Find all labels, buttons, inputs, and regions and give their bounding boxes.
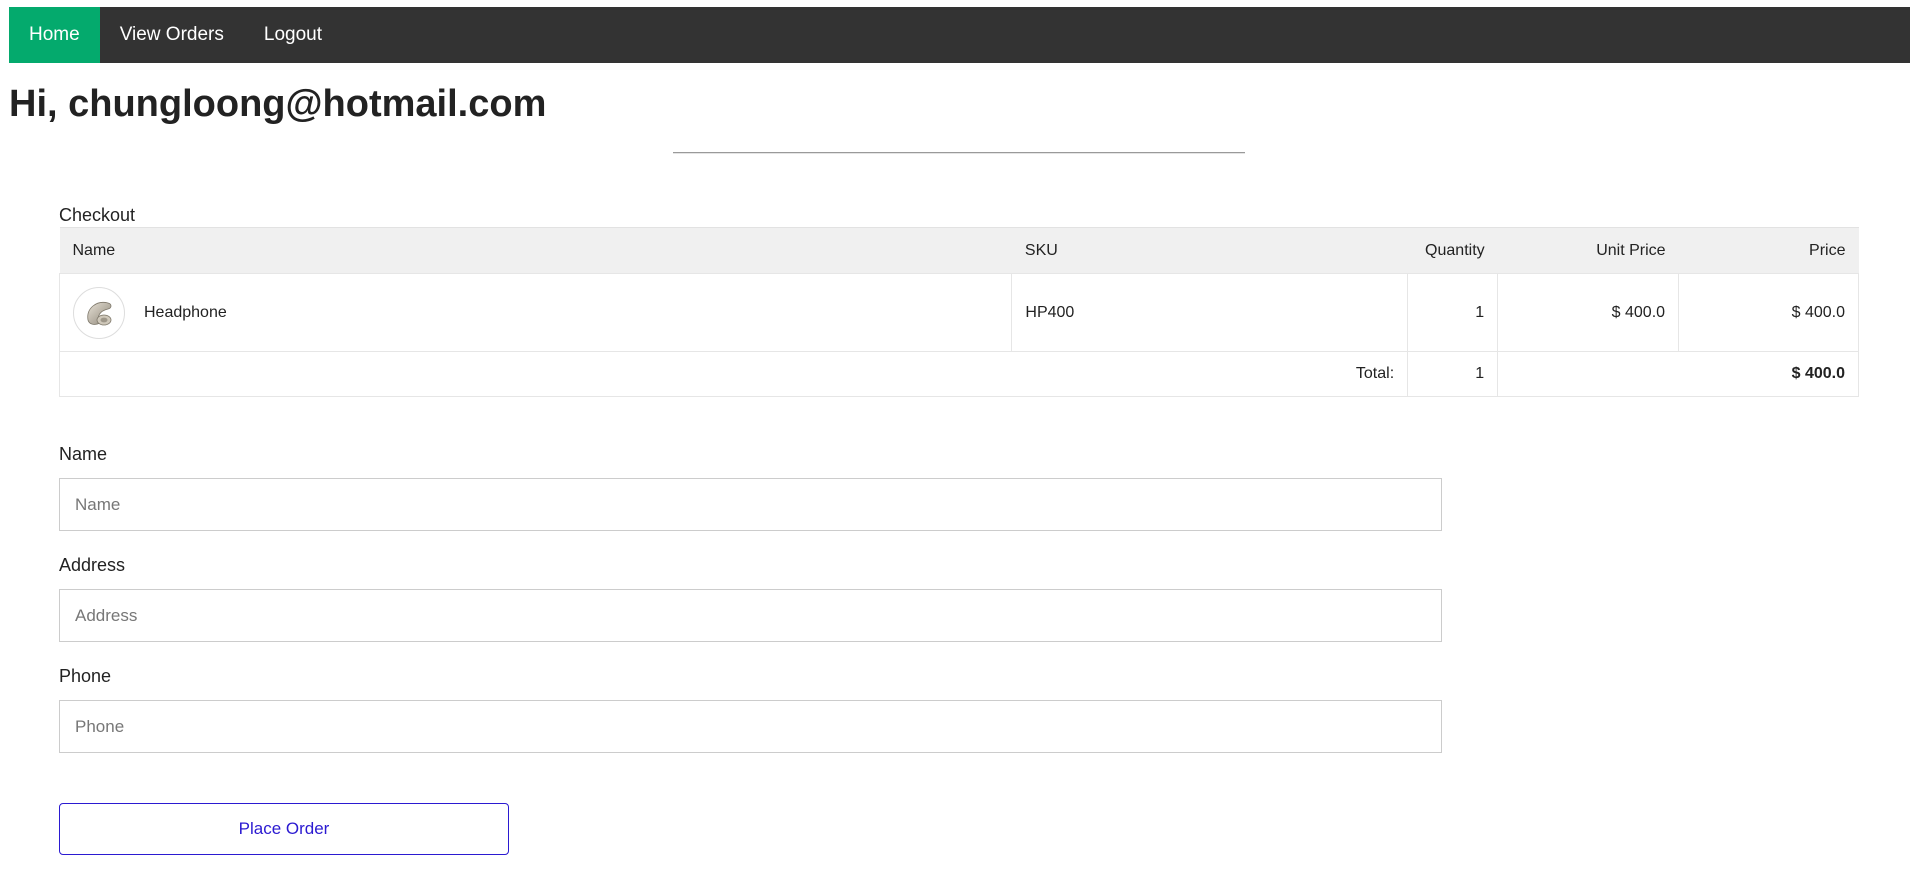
- nav-home-link[interactable]: Home: [9, 7, 100, 63]
- product-price: $ 400.0: [1678, 273, 1859, 352]
- column-header-name: Name: [59, 227, 1012, 274]
- product-sku: HP400: [1011, 273, 1409, 352]
- column-header-sku: SKU: [1011, 227, 1408, 274]
- product-name: Headphone: [144, 303, 227, 321]
- checkout-caption: Checkout: [59, 205, 136, 225]
- nav-logout-link[interactable]: Logout: [244, 7, 342, 63]
- headphone-icon: [73, 286, 125, 339]
- divider: [673, 152, 1245, 154]
- total-row: Total: 1 $ 400.0: [58, 351, 1859, 397]
- column-header-unit-price: Unit Price: [1497, 227, 1679, 274]
- address-label: Address: [59, 555, 126, 575]
- checkout-table: Name SKU Quantity Unit Price Price Headp…: [58, 227, 1859, 397]
- top-nav: Home View Orders Logout: [9, 7, 1910, 63]
- nav-view-orders-link[interactable]: View Orders: [100, 7, 244, 63]
- total-quantity: 1: [1407, 351, 1499, 397]
- column-header-quantity: Quantity: [1407, 227, 1498, 274]
- name-input[interactable]: [59, 478, 1442, 531]
- name-label: Name: [59, 444, 108, 464]
- total-price: $ 400.0: [1497, 351, 1859, 397]
- table-header-row: Name SKU Quantity Unit Price Price: [59, 227, 1859, 274]
- table-row: Headphone HP400 1 $ 400.0 $ 400.0: [58, 273, 1859, 352]
- product-name-cell: Headphone: [58, 273, 1013, 352]
- address-input[interactable]: [59, 589, 1442, 642]
- phone-input[interactable]: [59, 700, 1442, 753]
- greeting-heading: Hi, chungloong@hotmail.com: [9, 83, 547, 125]
- phone-label: Phone: [59, 666, 112, 686]
- product-quantity: 1: [1407, 273, 1499, 352]
- product-unit-price: $ 400.0: [1497, 273, 1680, 352]
- place-order-button[interactable]: Place Order: [59, 803, 509, 855]
- total-label: Total:: [58, 351, 1409, 397]
- column-header-price: Price: [1678, 227, 1859, 274]
